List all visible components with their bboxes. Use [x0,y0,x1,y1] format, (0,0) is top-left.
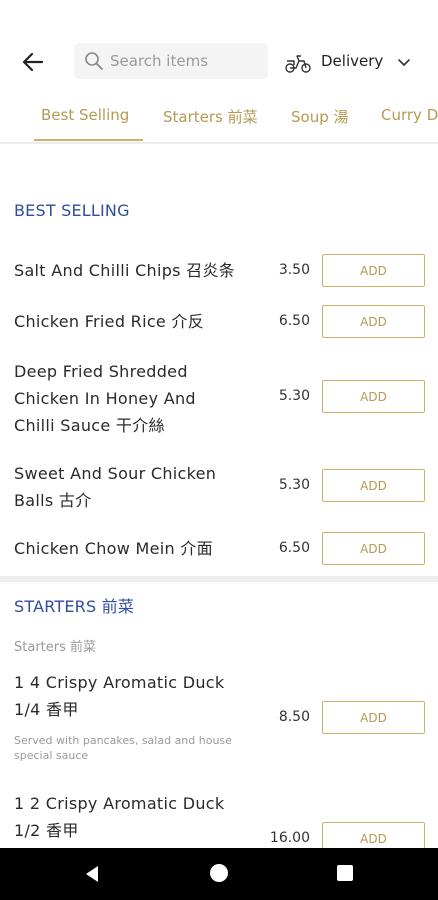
tab-soup[interactable]: Soup 湯 [291,106,349,127]
search-icon [85,52,103,70]
item-price: 8.50 [278,709,310,725]
item-price: 3.50 [278,262,310,278]
nav-recents-icon[interactable] [337,865,353,881]
search-box[interactable] [74,43,268,79]
divider [0,142,438,144]
system-nav-bar [0,848,438,900]
add-button[interactable]: ADD [322,305,425,338]
item-name: Salt And Chilli Chips 召炎条 [14,261,236,280]
item-price: 6.50 [278,313,310,329]
active-tab-indicator [34,139,143,141]
section-separator [0,576,438,582]
item-price: 5.30 [278,477,310,493]
delivery-label: Delivery [321,52,384,70]
delivery-selector[interactable]: Delivery [284,46,424,78]
item-name: 1 2 Crispy Aromatic Duck 1/2 香甲 [14,794,225,840]
nav-back-icon[interactable] [82,864,102,884]
chevron-down-icon [398,59,410,66]
add-button[interactable]: ADD [322,701,425,734]
section-title-starters: STARTERS 前菜 [14,597,135,616]
item-name: Sweet And Sour Chicken Balls 古介 [14,464,217,510]
item-name: Chicken Fried Rice 介反 [14,312,205,331]
item-name: Deep Fried Shredded Chicken In Honey And… [14,362,196,435]
item-description: Served with pancakes, salad and house sp… [14,734,232,762]
item-price: 16.00 [269,830,310,846]
add-button[interactable]: ADD [322,380,425,413]
subsection-title: Starters 前菜 [14,640,97,655]
category-tabs: Best Selling Starters 前菜 Soup 湯 Curry D [0,96,438,142]
tab-starters[interactable]: Starters 前菜 [163,106,258,127]
nav-home-icon[interactable] [210,864,228,882]
add-button[interactable]: ADD [322,532,425,565]
search-input[interactable] [110,43,260,79]
item-price: 5.30 [278,388,310,404]
add-button[interactable]: ADD [322,254,425,287]
item-name: 1 4 Crispy Aromatic Duck 1/4 香甲 [14,673,225,719]
tab-best-selling[interactable]: Best Selling [41,106,129,124]
add-button[interactable]: ADD [322,469,425,502]
item-price: 6.50 [278,540,310,556]
back-arrow-icon[interactable] [18,47,48,77]
scooter-icon [285,55,311,73]
tab-curry[interactable]: Curry D [381,106,438,124]
section-title-best-selling: BEST SELLING [14,201,130,220]
app-header: Delivery Best Selling Starters 前菜 Soup 湯… [0,0,438,145]
item-name: Chicken Chow Mein 介面 [14,539,213,558]
